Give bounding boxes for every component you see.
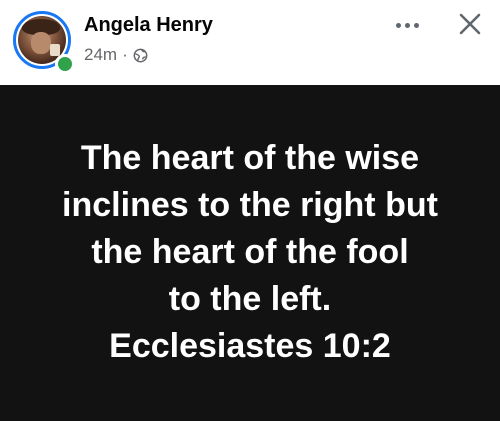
meta-separator: ·: [122, 45, 128, 64]
avatar-cup-shape: [50, 44, 60, 56]
post-timestamp[interactable]: 24m: [84, 45, 117, 65]
author-avatar[interactable]: [13, 11, 75, 74]
post-image[interactable]: The heart of the wise inclines to the ri…: [0, 85, 500, 421]
more-dot: [404, 22, 410, 28]
more-dot: [395, 22, 401, 28]
more-dot: [413, 22, 419, 28]
online-status-dot: [55, 54, 75, 74]
close-icon[interactable]: [452, 6, 488, 42]
post-quote-text: The heart of the wise inclines to the ri…: [62, 138, 438, 365]
avatar-face-shape: [31, 32, 51, 54]
author-name[interactable]: Angela Henry: [84, 14, 213, 37]
globe-icon[interactable]: [133, 48, 148, 63]
more-options-icon[interactable]: [387, 10, 427, 40]
post-meta: 24m ·: [84, 45, 148, 65]
post-header: Angela Henry 24m ·: [0, 0, 500, 85]
